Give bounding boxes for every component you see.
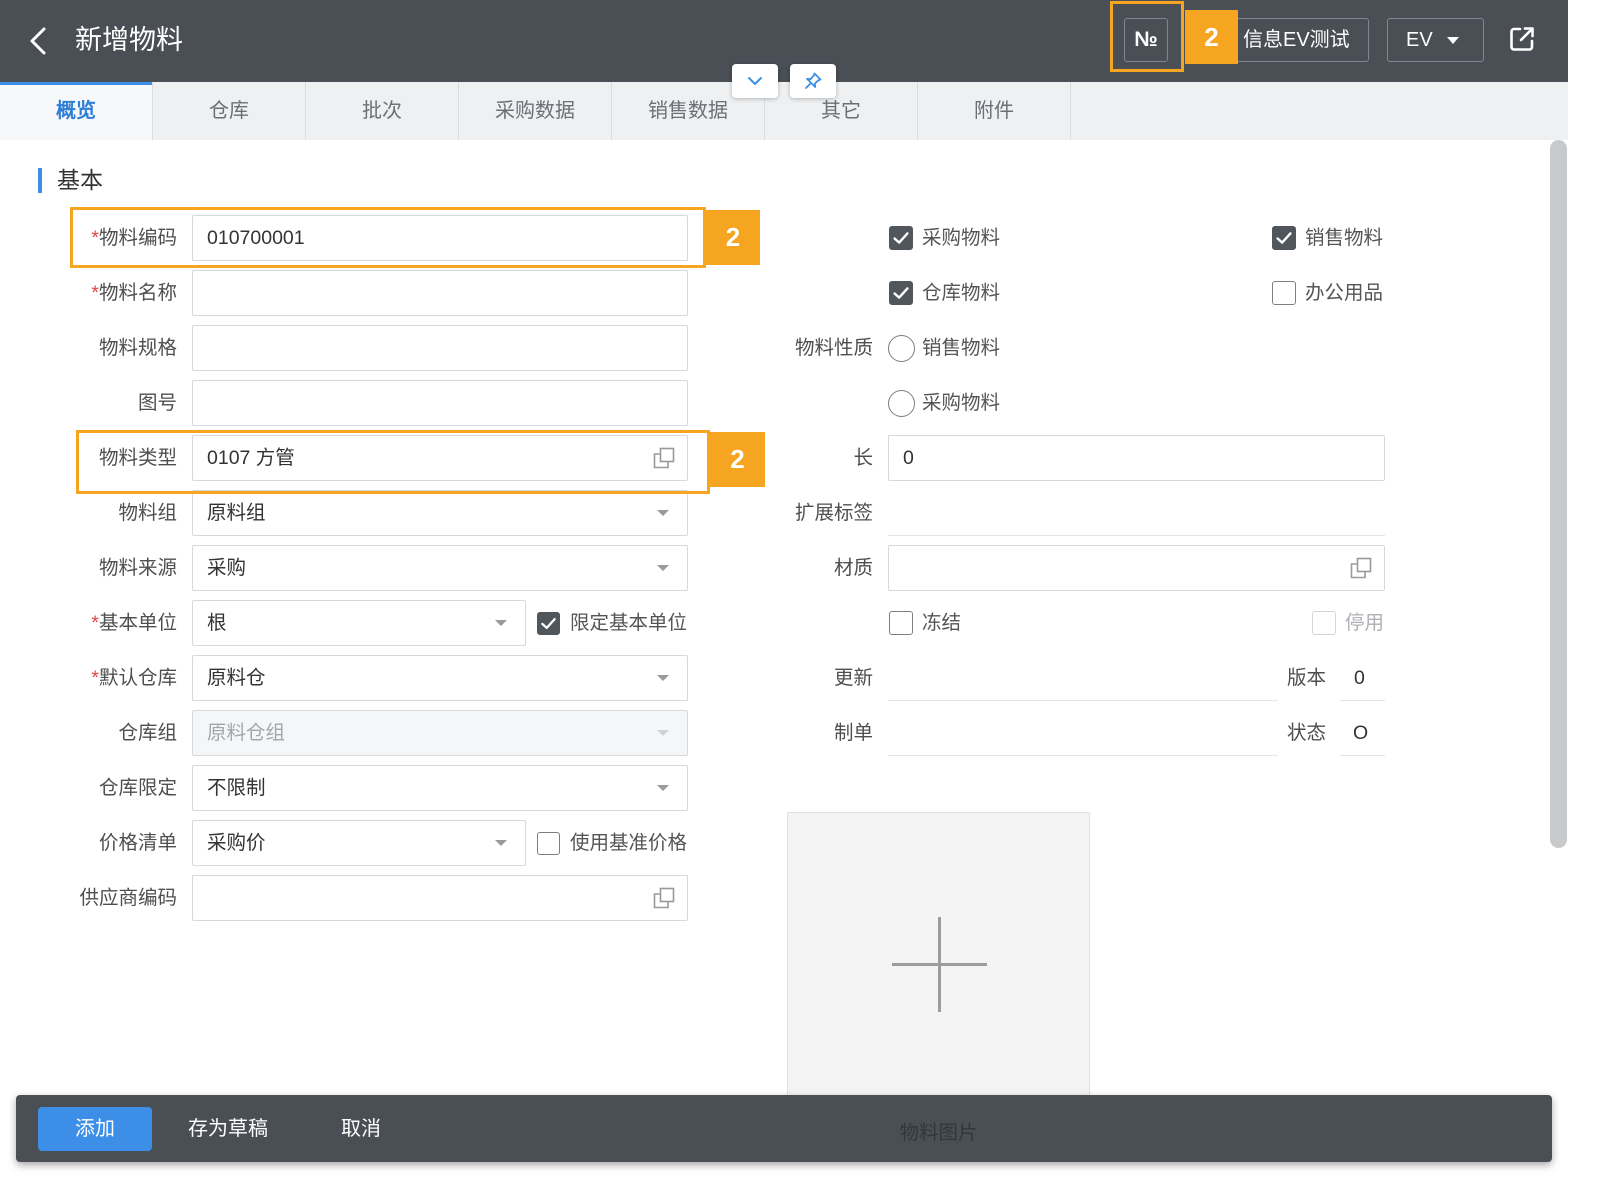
form-row-supplier-code: 供应商编码: [0, 875, 1568, 921]
language-dropdown-label: EV: [1406, 29, 1433, 51]
section-title: 基本: [57, 167, 103, 193]
checkmark-icon: [893, 287, 909, 299]
chevron-down-icon: [748, 77, 762, 85]
deactivated-checkbox: [1312, 611, 1336, 635]
length-label: 长: [853, 447, 873, 469]
caret-down-icon: [495, 840, 507, 846]
external-link-icon[interactable]: [1507, 24, 1537, 54]
tab-warehouse[interactable]: 仓库: [153, 82, 306, 140]
use-base-price-label: 使用基准价格: [570, 832, 688, 854]
form-row-price-list: 价格清单 采购价 使用基准价格: [0, 820, 1568, 866]
form-row-frozen-deactivated: 冻结 停用: [0, 600, 1568, 646]
warehouse-limit-value: 不限制: [207, 777, 266, 799]
version-value: 0: [1340, 655, 1385, 701]
pin-icon: [805, 72, 822, 89]
office-supplies-checkbox[interactable]: [1272, 281, 1296, 305]
nature-sales-label: 销售物料: [922, 337, 1001, 359]
texture-lookup[interactable]: [888, 545, 1385, 591]
nature-sales-radio[interactable]: [888, 335, 915, 362]
supplier-code-label: 供应商编码: [79, 887, 177, 909]
warehouse-limit-label: 仓库限定: [98, 777, 177, 799]
tab-purchase-data[interactable]: 采购数据: [459, 82, 612, 140]
form-row-nature-purchase: 采购物料: [0, 380, 1568, 426]
price-list-label: 价格清单: [98, 832, 177, 854]
caret-down-icon: [657, 785, 669, 791]
material-image-caption: 物料图片: [899, 1122, 978, 1144]
form-row-updated-version: 更新 版本 0: [0, 655, 1568, 701]
form-row-extension-tags: 扩展标签: [0, 490, 1568, 536]
lookup-icon[interactable]: [652, 886, 676, 910]
warehouse-limit-select[interactable]: 不限制: [192, 765, 688, 811]
purchase-material-checkbox[interactable]: [889, 226, 913, 250]
add-button[interactable]: 添加: [38, 1107, 152, 1151]
tab-other[interactable]: 其它: [765, 82, 918, 140]
callout-badge-material-code: 2: [706, 210, 760, 265]
action-bar: 添加 存为草稿 取消: [16, 1095, 1552, 1162]
material-image-upload[interactable]: [787, 812, 1090, 1115]
sales-material-checkbox[interactable]: [1272, 226, 1296, 250]
price-list-value: 采购价: [207, 832, 266, 854]
warehouse-material-label: 仓库物料: [922, 282, 1001, 304]
form-row-texture: 材质: [0, 545, 1568, 591]
language-dropdown[interactable]: EV: [1387, 18, 1484, 62]
callout-badge-number-button: 2: [1185, 10, 1238, 64]
callout-badge-material-type: 2: [710, 432, 765, 487]
form-row-creator-status: 制单 状态 O: [0, 710, 1568, 756]
warehouse-material-checkbox[interactable]: [889, 281, 913, 305]
pin-button[interactable]: [790, 64, 836, 98]
created-by-label: 制单: [833, 722, 873, 744]
status-value: O: [1340, 710, 1385, 756]
tab-bar: 概览 仓库 批次 采购数据 销售数据 其它 附件: [0, 82, 1568, 140]
page-title: 新增物料: [75, 25, 183, 55]
extension-tags-label: 扩展标签: [794, 502, 873, 524]
extension-tags-field[interactable]: [888, 490, 1385, 536]
collapse-button[interactable]: [732, 64, 778, 98]
section-marker: [38, 168, 42, 193]
texture-label: 材质: [833, 557, 873, 579]
created-by-field: [888, 710, 1278, 756]
callout-frame-material-type: [76, 430, 710, 494]
status-label: 状态: [1286, 722, 1326, 744]
supplier-code-lookup[interactable]: [192, 875, 688, 921]
top-bar: 新增物料 № 信息EV测试 EV: [0, 0, 1568, 82]
caret-down-icon: [1447, 37, 1459, 44]
vertical-scrollbar[interactable]: [1550, 140, 1567, 848]
save-draft-button[interactable]: 存为草稿: [188, 1107, 268, 1151]
material-nature-label: 物料性质: [794, 337, 873, 359]
form-row-nature-sales: 物料性质 销售物料: [0, 325, 1568, 371]
nature-purchase-radio[interactable]: [888, 390, 915, 417]
sales-material-label: 销售物料: [1305, 227, 1384, 249]
updated-field: [888, 655, 1278, 701]
checkmark-icon: [1276, 232, 1292, 244]
tab-batch[interactable]: 批次: [306, 82, 459, 140]
purchase-material-label: 采购物料: [922, 227, 1001, 249]
nature-purchase-label: 采购物料: [922, 392, 1001, 414]
deactivated-label: 停用: [1345, 612, 1385, 634]
tab-attachments[interactable]: 附件: [918, 82, 1071, 140]
lookup-icon[interactable]: [1349, 556, 1373, 580]
form-row-warehouse-office-flags: 仓库物料 办公用品: [0, 270, 1568, 316]
callout-frame-material-code: [70, 207, 706, 268]
checkmark-icon: [893, 232, 909, 244]
version-label: 版本: [1286, 667, 1326, 689]
office-supplies-label: 办公用品: [1305, 282, 1384, 304]
frozen-checkbox[interactable]: [889, 611, 913, 635]
callout-frame-number-button: [1110, 1, 1184, 72]
tab-overview[interactable]: 概览: [0, 82, 153, 140]
chevron-left-icon[interactable]: [26, 25, 50, 57]
info-button-label: 信息EV测试: [1243, 29, 1350, 51]
updated-label: 更新: [833, 667, 873, 689]
cancel-button[interactable]: 取消: [341, 1107, 381, 1151]
form-row-warehouse-limit: 仓库限定 不限制: [0, 765, 1568, 811]
frozen-label: 冻结: [922, 612, 962, 634]
use-base-price-checkbox[interactable]: [537, 832, 560, 855]
price-list-select[interactable]: 采购价: [192, 820, 526, 866]
length-input[interactable]: [888, 435, 1385, 481]
plus-icon: [892, 917, 987, 1012]
